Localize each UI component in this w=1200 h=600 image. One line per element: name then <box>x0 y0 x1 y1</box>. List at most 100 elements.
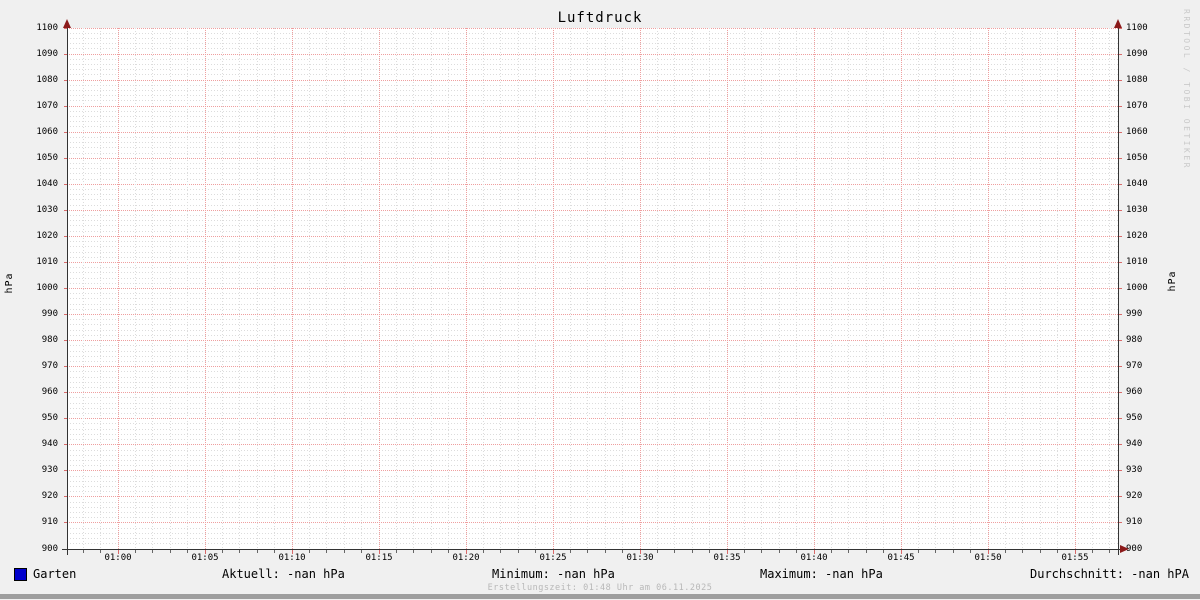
y-axis-tick-label-left: 1010 <box>36 256 58 267</box>
y-grid-minor <box>67 413 1118 415</box>
y-axis-tick-label-right: 980 <box>1126 335 1143 346</box>
x-grid-minor <box>656 28 658 549</box>
y-axis-left <box>67 24 68 555</box>
x-axis-arrow-icon <box>1120 545 1129 553</box>
x-grid-minor <box>500 28 502 549</box>
y-grid-minor <box>67 308 1118 310</box>
y-axis-tick-label-left: 1080 <box>36 74 58 85</box>
y-axis-tick-label-right: 1020 <box>1126 230 1148 241</box>
x-grid-minor <box>1109 28 1111 549</box>
y-grid-minor <box>67 334 1118 336</box>
y-axis-tick-label-left: 990 <box>41 309 58 320</box>
y-grid-major <box>67 418 1118 420</box>
y-grid-minor <box>67 376 1118 378</box>
y-grid-minor <box>67 298 1118 300</box>
y-grid-minor <box>67 225 1118 227</box>
x-grid-major <box>204 28 206 549</box>
x-grid-minor <box>569 28 571 549</box>
x-grid-minor <box>796 28 798 549</box>
y-axis-tick-label-right: 1010 <box>1126 256 1148 267</box>
y-grid-minor <box>67 95 1118 97</box>
x-minor-tick <box>430 550 432 553</box>
y-grid-minor <box>67 63 1118 65</box>
y-axis-tick-label-right: 1030 <box>1126 204 1148 215</box>
y-major-tick-right <box>1119 131 1122 133</box>
x-minor-tick <box>761 550 763 553</box>
x-grid-major <box>117 28 119 549</box>
y-axis-tick-label-left: 1000 <box>36 283 58 293</box>
x-axis-tick-label: 01:10 <box>278 553 306 563</box>
y-axis-right <box>1118 24 1119 555</box>
x-grid-minor <box>221 28 223 549</box>
x-grid-major <box>552 28 554 549</box>
legend-swatch-garten <box>14 568 27 581</box>
x-minor-tick <box>82 550 84 553</box>
y-grid-major <box>67 314 1118 316</box>
x-minor-tick <box>622 550 624 553</box>
y-grid-minor <box>67 74 1118 76</box>
y-grid-minor <box>67 501 1118 503</box>
x-minor-tick <box>100 550 102 553</box>
x-grid-minor <box>343 28 345 549</box>
x-axis-tick-label: 01:40 <box>800 553 828 563</box>
x-grid-minor <box>674 28 676 549</box>
x-grid-major <box>987 28 989 549</box>
y-grid-minor <box>67 178 1118 180</box>
x-grid-minor <box>1039 28 1041 549</box>
y-axis-tick-label-left: 1070 <box>36 100 58 111</box>
y-grid-minor <box>67 136 1118 138</box>
y-grid-minor <box>67 345 1118 347</box>
stat-durchschnitt: Durchschnitt: -nan hPA <box>1030 567 1189 581</box>
y-grid-major <box>67 288 1118 289</box>
y-axis-tick-label-right: 960 <box>1126 387 1143 398</box>
y-axis-tick-label-right: 1060 <box>1126 126 1148 137</box>
y-grid-minor <box>67 168 1118 170</box>
y-grid-major <box>67 470 1118 472</box>
x-minor-tick <box>274 550 276 553</box>
y-grid-minor <box>67 173 1118 175</box>
x-grid-minor <box>622 28 624 549</box>
y-axis-tick-label-right: 1040 <box>1126 178 1148 189</box>
x-minor-tick <box>883 550 885 553</box>
y-major-tick-right <box>1119 444 1122 446</box>
legend-label-garten: Garten <box>33 567 77 581</box>
x-axis-tick-label: 01:05 <box>191 553 219 563</box>
x-minor-tick <box>691 550 693 553</box>
x-minor-tick <box>413 550 415 553</box>
y-grid-major <box>67 105 1118 107</box>
y-grid-minor <box>67 538 1118 540</box>
x-grid-minor <box>917 28 919 549</box>
y-grid-minor <box>67 256 1118 258</box>
y-axis-tick-label-right: 1050 <box>1126 152 1148 163</box>
y-axis-tick-label-left: 980 <box>41 335 58 346</box>
x-minor-tick <box>778 550 780 553</box>
x-minor-tick <box>517 550 519 553</box>
y-grid-minor <box>67 355 1118 357</box>
y-grid-minor <box>67 267 1118 269</box>
rrdtool-watermark: RRDTOOL / TOBI OETIKER <box>1182 9 1191 170</box>
y-axis-tick-label-right: 910 <box>1126 517 1143 528</box>
y-axis-tick-label-left: 1090 <box>36 48 58 59</box>
y-grid-minor <box>67 449 1118 451</box>
y-grid-minor <box>67 43 1118 45</box>
y-axis-tick-label-right: 950 <box>1126 413 1143 424</box>
x-grid-minor <box>535 28 537 549</box>
y-grid-minor <box>67 371 1118 373</box>
x-minor-tick <box>709 550 711 553</box>
x-minor-tick <box>395 550 397 553</box>
x-grid-major <box>1074 28 1076 549</box>
y-grid-minor <box>67 199 1118 201</box>
x-grid-minor <box>743 28 745 549</box>
x-grid-minor <box>952 28 954 549</box>
x-minor-tick <box>604 550 606 553</box>
x-axis-tick-label: 01:30 <box>626 553 654 563</box>
y-axis-tick-label-left: 1050 <box>36 152 58 163</box>
y-grid-minor <box>67 439 1118 441</box>
x-grid-minor <box>169 28 171 549</box>
y-major-tick-right <box>1119 470 1122 472</box>
x-minor-tick <box>935 550 937 553</box>
y-major-tick-right <box>1119 53 1122 55</box>
y-axis-unit-right: hPa <box>1167 270 1178 292</box>
x-minor-tick <box>848 550 850 553</box>
y-grid-minor <box>67 162 1118 164</box>
